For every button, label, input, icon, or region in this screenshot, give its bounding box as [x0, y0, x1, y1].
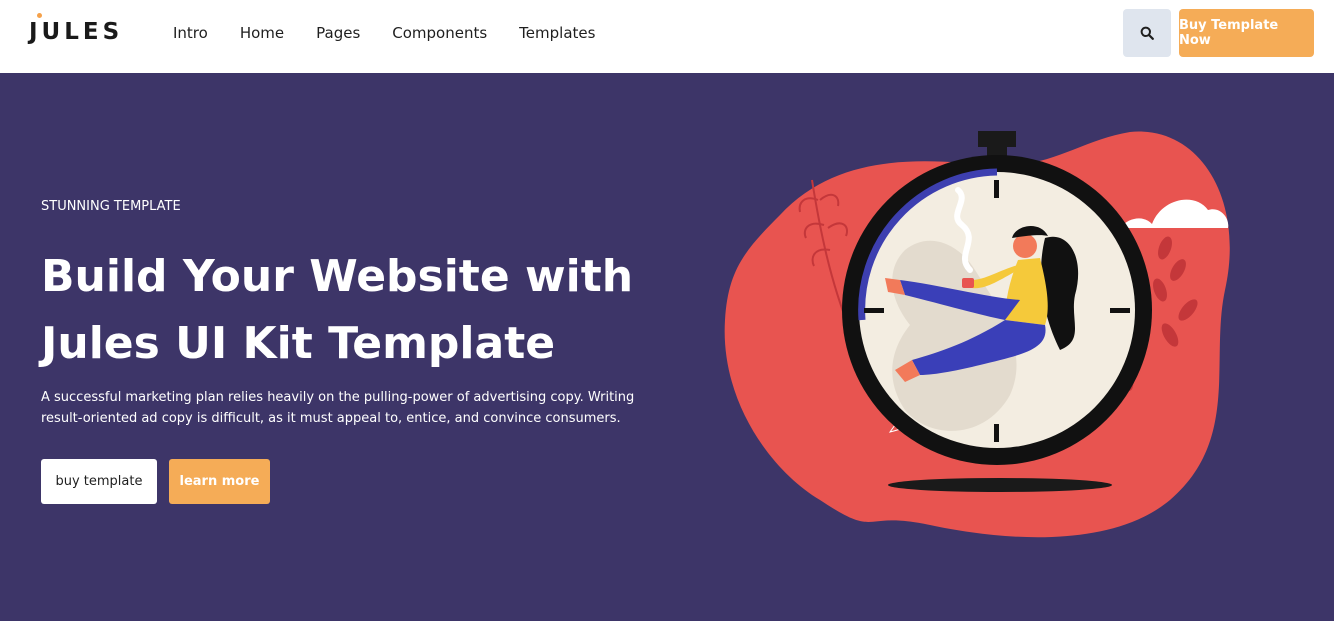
clock-crown	[978, 131, 1016, 147]
top-navbar: JULES Intro Home Pages Components Templa…	[0, 0, 1334, 73]
hero-illustration	[724, 131, 1258, 538]
main-nav: Intro Home Pages Components Templates	[173, 24, 595, 42]
buy-template-now-button[interactable]: Buy Template Now	[1179, 9, 1314, 57]
search-icon	[1140, 26, 1154, 40]
hero-headline-line-1: Build Your Website with	[41, 251, 634, 302]
buy-template-button[interactable]: buy template	[41, 459, 157, 504]
hero-description: A successful marketing plan relies heavi…	[41, 390, 635, 426]
nav-item-intro[interactable]: Intro	[173, 24, 208, 42]
nav-item-pages[interactable]: Pages	[316, 24, 360, 42]
nav-item-templates[interactable]: Templates	[519, 24, 595, 42]
hero-eyebrow: STUNNING TEMPLATE	[41, 199, 181, 214]
logo[interactable]: JULES	[29, 19, 123, 45]
clock-shadow	[888, 478, 1112, 492]
hero-headline: Build Your Website with Jules UI Kit Tem…	[41, 243, 681, 377]
search-button[interactable]	[1123, 9, 1171, 57]
nav-item-home[interactable]: Home	[240, 24, 284, 42]
nav-item-components[interactable]: Components	[392, 24, 487, 42]
hero-headline-line-2: Jules UI Kit Template	[41, 318, 556, 369]
logo-dot	[37, 13, 42, 18]
learn-more-button[interactable]: learn more	[169, 459, 270, 504]
